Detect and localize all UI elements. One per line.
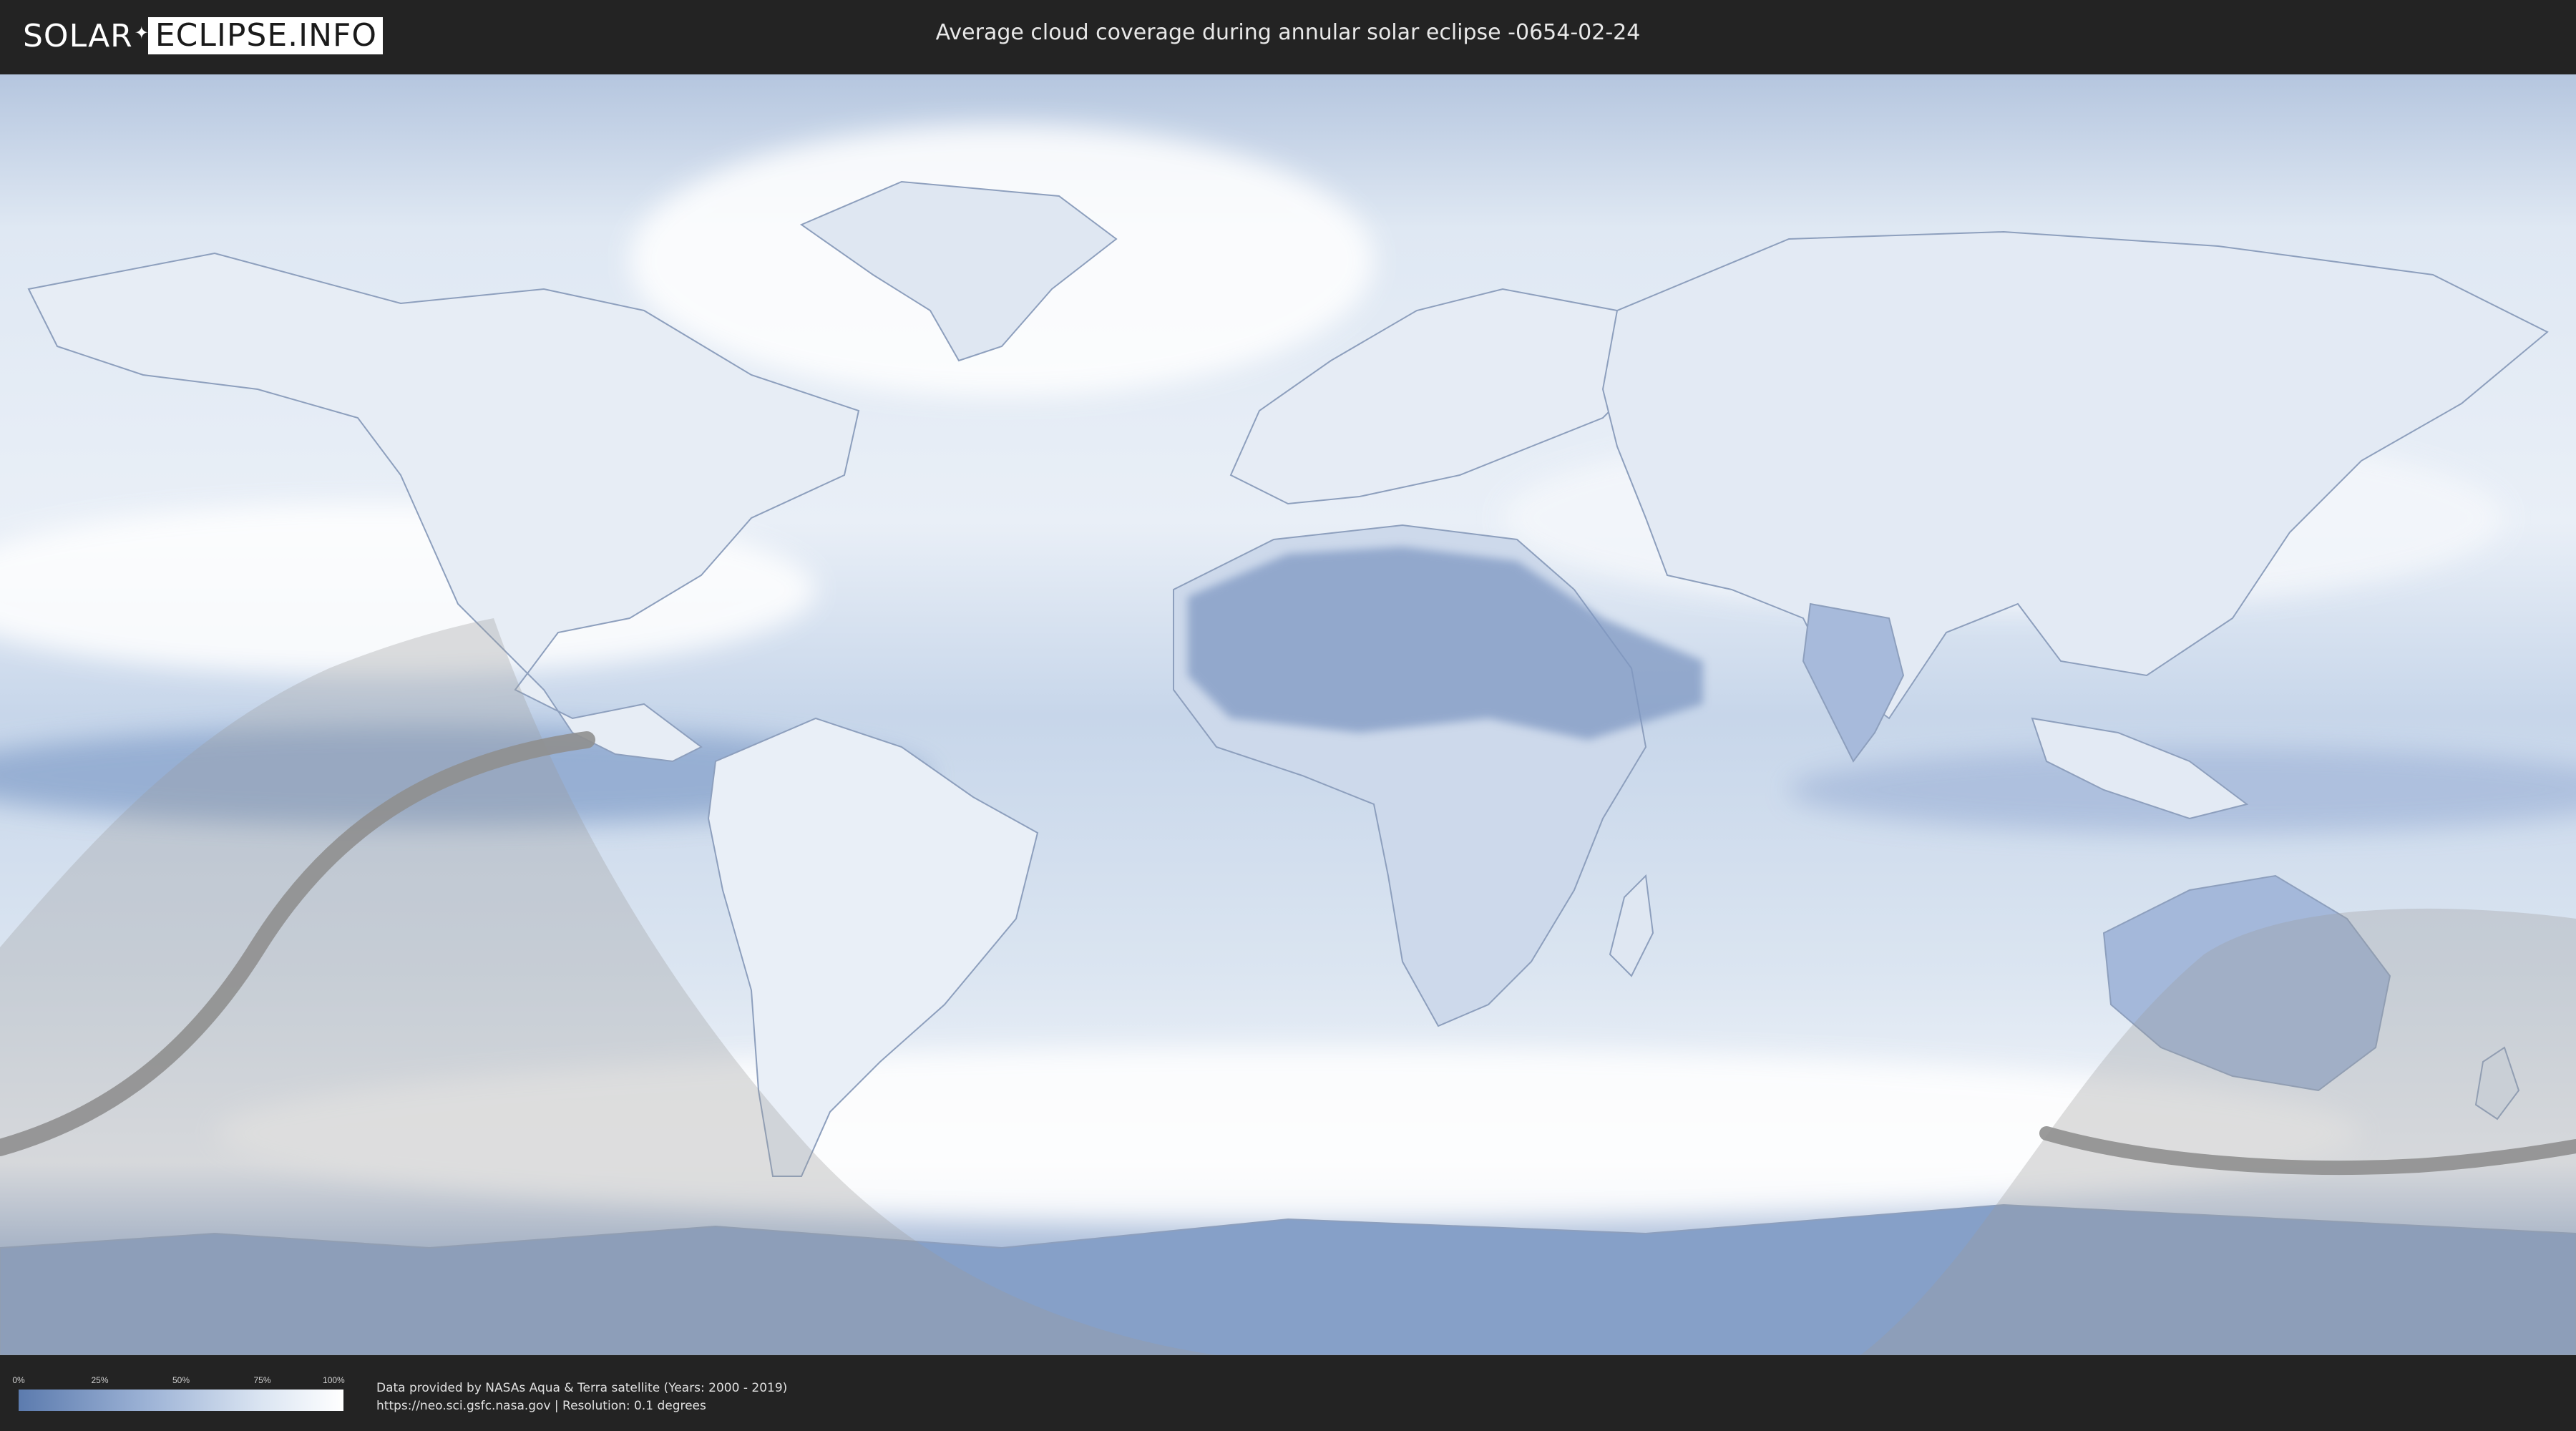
credit-line-url[interactable]: https://neo.sci.gsfc.nasa.gov | Resoluti… bbox=[376, 1397, 787, 1415]
cloud-coverage-legend: 0% 25% 50% 75% 100% bbox=[12, 1375, 345, 1411]
world-map-svg bbox=[0, 74, 2576, 1355]
cloud-coverage-map[interactable] bbox=[0, 74, 2576, 1355]
legend-tick-100: 100% bbox=[323, 1375, 345, 1385]
page-title: Average cloud coverage during annular so… bbox=[935, 20, 1641, 45]
data-credits: Data provided by NASAs Aqua & Terra sate… bbox=[376, 1379, 787, 1415]
legend-tick-50: 50% bbox=[172, 1375, 190, 1385]
header-bar: SOLAR ✦ ECLIPSE.INFO Average cloud cover… bbox=[0, 0, 2576, 72]
legend-tick-75: 75% bbox=[253, 1375, 271, 1385]
legend-tick-0: 0% bbox=[12, 1375, 25, 1385]
legend-tick-labels: 0% 25% 50% 75% 100% bbox=[12, 1375, 345, 1387]
legend-color-gradient bbox=[19, 1390, 343, 1411]
legend-tick-25: 25% bbox=[91, 1375, 109, 1385]
credit-line-source: Data provided by NASAs Aqua & Terra sate… bbox=[376, 1381, 788, 1395]
